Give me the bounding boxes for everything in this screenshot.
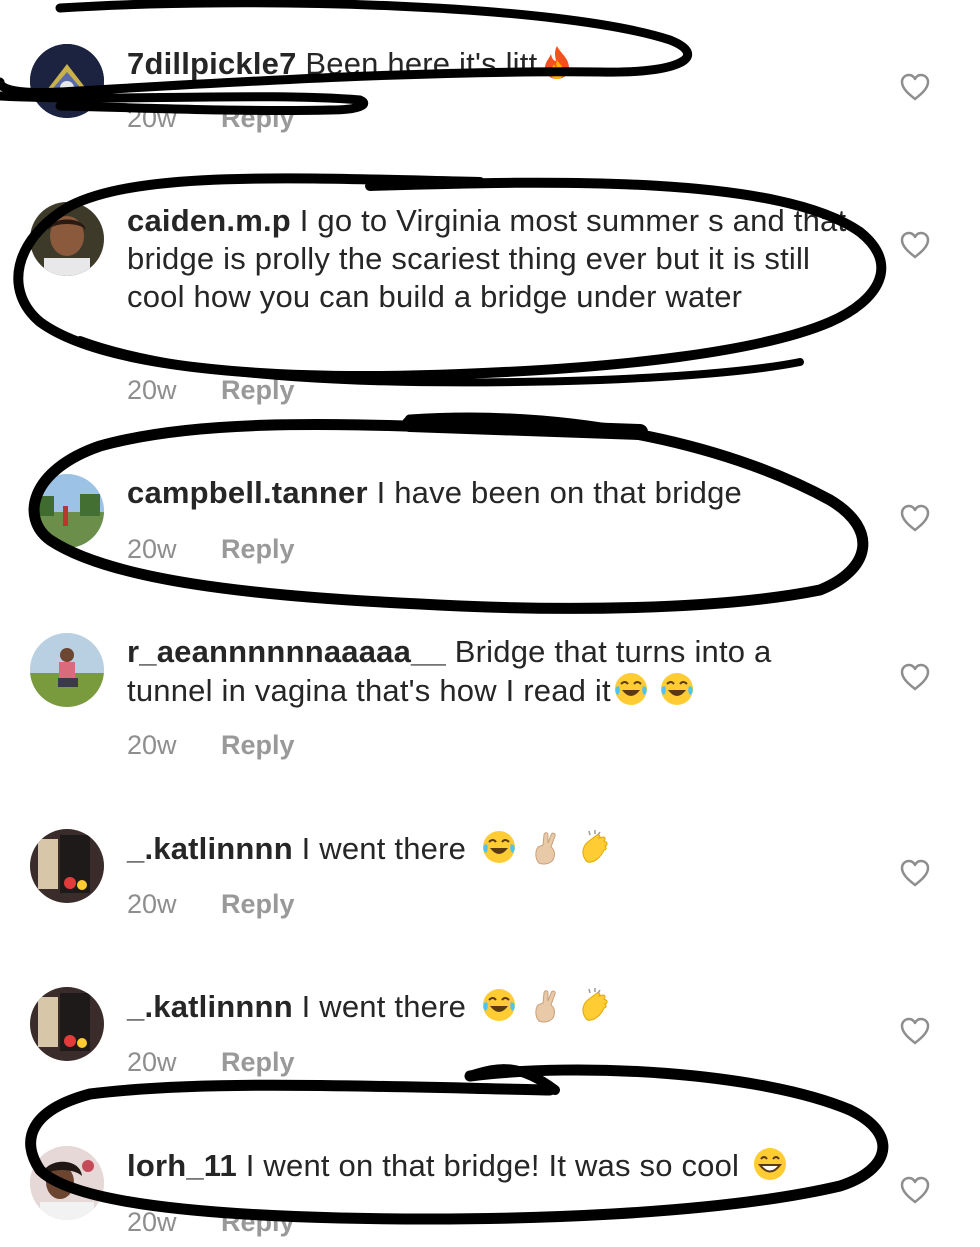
comment-username[interactable]: campbell.tanner [127, 475, 368, 510]
avatar[interactable] [30, 474, 104, 548]
comment-meta: 20w Reply [127, 1206, 295, 1238]
comment-body: _.katlinnnn I went there [127, 829, 857, 868]
avatar[interactable] [30, 633, 104, 707]
comments-screen: 7dillpickle7 Been here it's litt 20w Repl… [0, 0, 980, 1247]
comment-body: caiden.m.p I go to Virginia most summer … [127, 202, 857, 316]
avatar[interactable] [30, 202, 104, 276]
comment-body: lorh_11 I went on that bridge! It was so… [127, 1146, 857, 1185]
comment-username[interactable]: _.katlinnnn [127, 989, 293, 1024]
comment-time: 20w [127, 375, 177, 405]
avatar-image [30, 633, 104, 707]
comment-time: 20w [127, 1207, 177, 1237]
avatar-image [30, 474, 104, 548]
scribble-circle-3 [28, 412, 869, 614]
joy-emoji [659, 671, 695, 707]
scribble-circle-4 [25, 1064, 889, 1225]
reply-button[interactable]: Reply [221, 1047, 295, 1077]
reply-button[interactable]: Reply [221, 889, 295, 919]
comment-meta: 20w Reply [127, 102, 295, 134]
reply-button[interactable]: Reply [221, 1207, 295, 1237]
avatar[interactable] [30, 987, 104, 1061]
avatar-image [30, 987, 104, 1061]
comment-time: 20w [127, 730, 177, 760]
heart-outline-icon[interactable] [899, 230, 931, 260]
heart-outline-icon[interactable] [899, 1175, 931, 1205]
fire-emoji [539, 44, 575, 80]
comment-meta: 20w Reply [127, 888, 295, 920]
clapping-hands-emoji [577, 987, 613, 1023]
avatar[interactable] [30, 1146, 104, 1220]
avatar-image [30, 829, 104, 903]
scribble-stroke-4b [465, 1064, 560, 1095]
scribble-stroke-3b [402, 416, 648, 440]
comment-text: Been here it's litt [305, 46, 538, 81]
reply-button[interactable]: Reply [221, 534, 295, 564]
avatar-image [30, 202, 104, 276]
comment-body: campbell.tanner I have been on that brid… [127, 474, 857, 512]
reply-button[interactable]: Reply [221, 103, 295, 133]
reply-button[interactable]: Reply [221, 730, 295, 760]
reply-button[interactable]: Reply [221, 375, 295, 405]
comment-time: 20w [127, 103, 177, 133]
comment-text: I have been on that bridge [376, 475, 743, 510]
comment-meta: 20w Reply [127, 729, 295, 761]
joy-emoji [481, 829, 517, 865]
comment-time: 20w [127, 534, 177, 564]
crossed-fingers-emoji [529, 987, 565, 1023]
joy-emoji [613, 671, 649, 707]
comment-body: _.katlinnnn I went there [127, 987, 857, 1026]
comment-meta: 20w Reply [127, 533, 295, 565]
avatar-image [30, 44, 104, 118]
avatar-image [30, 1146, 104, 1220]
avatar[interactable] [30, 829, 104, 903]
comment-username[interactable]: _.katlinnnn [127, 831, 293, 866]
comment-text: I went there [301, 831, 467, 866]
joy-emoji [481, 987, 517, 1023]
comment-username[interactable]: lorh_11 [127, 1148, 237, 1183]
heart-outline-icon[interactable] [899, 662, 931, 692]
comment-text: I went there [301, 989, 467, 1024]
heart-outline-icon[interactable] [899, 1016, 931, 1046]
comment-time: 20w [127, 889, 177, 919]
comment-username[interactable]: caiden.m.p [127, 203, 291, 238]
crossed-fingers-emoji [529, 829, 565, 865]
heart-outline-icon[interactable] [899, 503, 931, 533]
comment-body: 7dillpickle7 Been here it's litt [127, 44, 857, 83]
comment-meta: 20w Reply [127, 374, 295, 406]
grinning-emoji [752, 1146, 788, 1182]
heart-outline-icon[interactable] [899, 72, 931, 102]
clapping-hands-emoji [577, 829, 613, 865]
comment-meta: 20w Reply [127, 1046, 295, 1078]
comment-username[interactable]: 7dillpickle7 [127, 46, 297, 81]
comment-time: 20w [127, 1047, 177, 1077]
comment-username[interactable]: r_aeannnnnnaaaaa__ [127, 634, 446, 669]
comment-text: I went on that bridge! It was so cool [245, 1148, 740, 1183]
heart-outline-icon[interactable] [899, 858, 931, 888]
comment-body: r_aeannnnnnaaaaa__ Bridge that turns int… [127, 633, 857, 710]
avatar[interactable] [30, 44, 104, 118]
